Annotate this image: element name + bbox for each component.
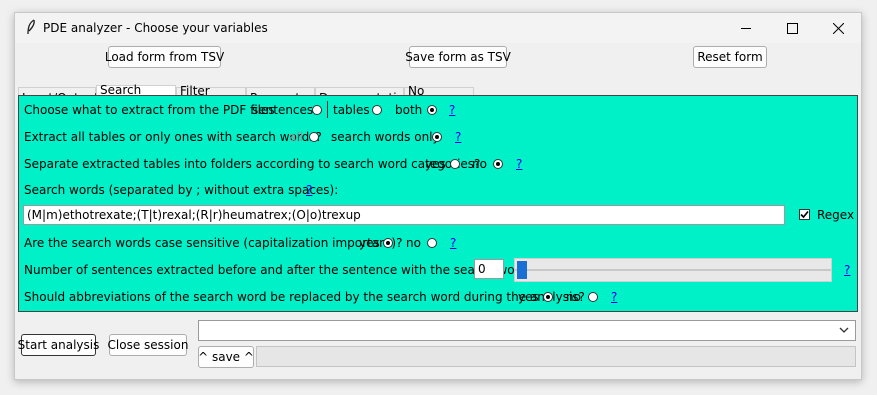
close-window-button[interactable] — [815, 13, 861, 43]
extract-both-label: both — [395, 103, 423, 117]
minimize-icon — [741, 27, 751, 29]
regex-label: Regex — [817, 208, 855, 222]
case-no-label: no — [406, 236, 421, 250]
feather-icon — [27, 19, 35, 35]
folders-no-radio[interactable] — [493, 159, 503, 169]
chevron-down-icon — [839, 327, 849, 333]
window-title: PDE analyzer - Choose your variables — [43, 21, 268, 35]
tables-searchwords-label: search words only — [331, 130, 440, 144]
save-form-button[interactable]: Save form as TSV — [405, 46, 511, 68]
extract-tables-label: tables — [333, 103, 370, 117]
folders-yes-label: yes — [425, 157, 446, 171]
case-no-radio[interactable] — [427, 238, 437, 248]
abbrev-no-radio[interactable] — [588, 292, 598, 302]
sentences-help-link[interactable]: ? — [844, 263, 850, 277]
folders-help-link[interactable]: ? — [516, 157, 522, 171]
maximize-icon — [786, 22, 798, 34]
search-words-label: Search words (separated by ; without ext… — [24, 183, 339, 197]
checkmark-icon — [800, 210, 809, 219]
maximize-button[interactable] — [769, 13, 815, 43]
extract-both-radio[interactable] — [427, 105, 437, 115]
search-words-help-link[interactable]: ? — [306, 183, 312, 197]
extract-tables-radio[interactable] — [372, 105, 382, 115]
regex-checkbox[interactable] — [799, 209, 810, 220]
abbrev-no-label: no — [566, 290, 581, 304]
abbrev-yes-radio[interactable] — [543, 292, 553, 302]
progress-bar — [256, 346, 856, 367]
extract-help-link[interactable]: ? — [449, 103, 455, 117]
divider — [327, 101, 328, 118]
folders-yes-radio[interactable] — [450, 159, 460, 169]
tables-help-link[interactable]: ? — [455, 130, 461, 144]
case-help-link[interactable]: ? — [450, 236, 456, 250]
output-dropdown[interactable] — [198, 320, 856, 341]
start-analysis-button[interactable]: Start analysis — [18, 334, 99, 356]
search-words-input[interactable]: (M|m)ethotrexate;(T|t)rexal;(R|r)heumatr… — [23, 205, 785, 225]
abbrev-yes-label: yes — [518, 290, 539, 304]
sentences-question: Number of sentences extracted before and… — [24, 263, 532, 277]
close-icon — [832, 22, 844, 34]
search-words-panel: Choose what to extract from the PDF file… — [18, 95, 858, 312]
slider-thumb[interactable] — [517, 261, 527, 279]
extract-question: Choose what to extract from the PDF file… — [24, 103, 275, 117]
case-yes-radio[interactable] — [383, 238, 393, 248]
abbrev-help-link[interactable]: ? — [611, 290, 617, 304]
load-form-button[interactable]: Load form from TSV — [105, 46, 224, 68]
reset-form-button[interactable]: Reset form — [693, 46, 767, 68]
slider-track — [515, 269, 831, 271]
folders-no-label: no — [472, 157, 487, 171]
minimize-button[interactable] — [723, 13, 769, 43]
tables-question: Extract all tables or only ones with sea… — [24, 130, 322, 144]
tables-all-label: all — [289, 130, 304, 144]
close-session-button[interactable]: Close session — [108, 334, 188, 356]
main-window: PDE analyzer - Choose your variables Loa… — [14, 12, 862, 380]
case-question: Are the search words case sensitive (cap… — [24, 236, 403, 250]
sentences-count-input[interactable]: 0 — [474, 259, 504, 279]
abbrev-question: Should abbreviations of the search word … — [24, 290, 585, 304]
title-bar: PDE analyzer - Choose your variables — [15, 13, 861, 43]
tables-all-radio[interactable] — [309, 132, 319, 142]
extract-sentences-radio[interactable] — [312, 105, 322, 115]
save-log-button[interactable]: ^ save ^ — [198, 346, 254, 368]
folders-question: Separate extracted tables into folders a… — [24, 157, 481, 171]
case-yes-label: yes — [359, 236, 380, 250]
extract-sentences-label: sentences — [252, 103, 314, 117]
tables-searchwords-radio[interactable] — [432, 132, 442, 142]
sentences-slider[interactable] — [514, 258, 832, 282]
